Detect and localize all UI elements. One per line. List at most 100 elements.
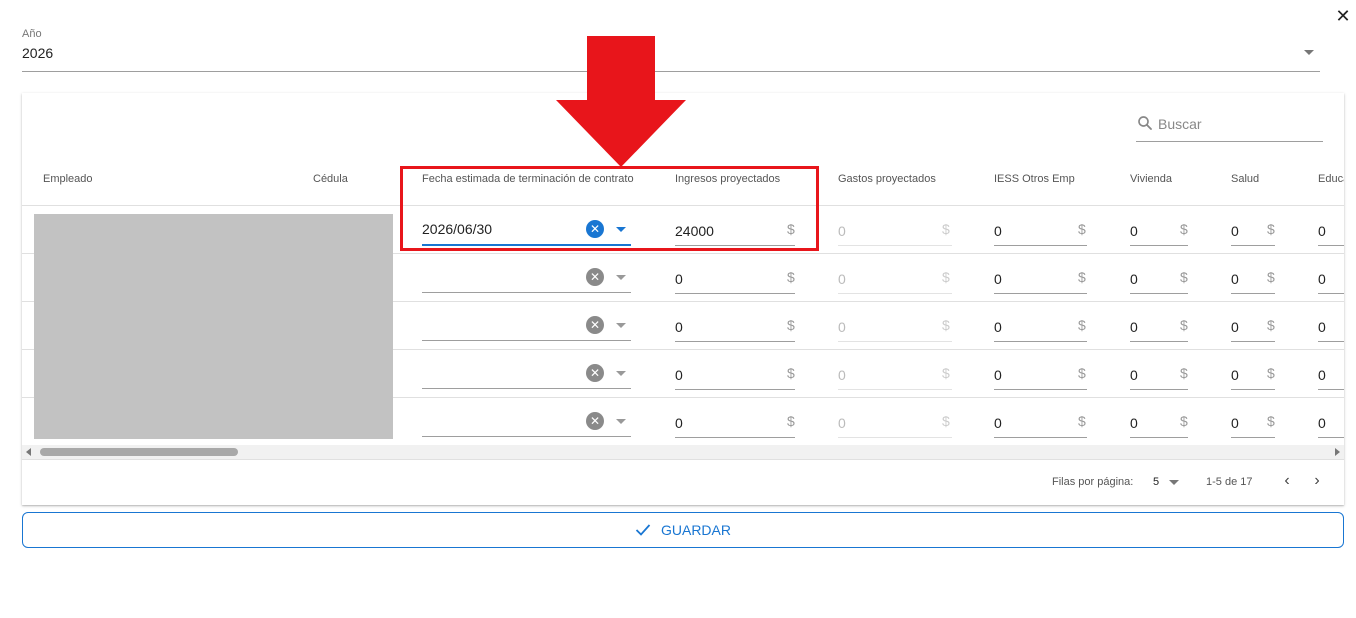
- next-page-button[interactable]: ›: [1306, 471, 1328, 493]
- ingresos-underline: [675, 293, 795, 294]
- currency-symbol: $: [787, 317, 795, 333]
- close-icon[interactable]: ✕: [1333, 6, 1353, 26]
- educacion-underline: [1318, 389, 1344, 390]
- chevron-down-icon[interactable]: [1169, 480, 1179, 485]
- clear-date-icon[interactable]: ✕: [586, 316, 604, 334]
- annotation-arrow-icon: [556, 36, 686, 167]
- ingresos-underline: [675, 341, 795, 342]
- iess-input[interactable]: 0: [994, 415, 1002, 431]
- vivienda-underline: [1130, 389, 1188, 390]
- currency-symbol: $: [787, 413, 795, 429]
- educacion-input[interactable]: 0: [1318, 415, 1326, 431]
- ingresos-input[interactable]: 0: [675, 271, 683, 287]
- save-button[interactable]: GUARDAR: [22, 512, 1344, 548]
- gastos-input: 0: [838, 367, 846, 383]
- gastos-input: 0: [838, 415, 846, 431]
- salud-input[interactable]: 0: [1231, 271, 1239, 287]
- gastos-underline: [838, 437, 952, 438]
- educacion-underline: [1318, 437, 1344, 438]
- column-header-cedula[interactable]: Cédula: [313, 173, 348, 185]
- date-dropdown-icon[interactable]: [616, 371, 626, 376]
- chevron-down-icon: [1304, 50, 1314, 55]
- gastos-underline: [838, 293, 952, 294]
- currency-symbol: $: [942, 317, 950, 333]
- salud-input[interactable]: 0: [1231, 367, 1239, 383]
- iess-input[interactable]: 0: [994, 271, 1002, 287]
- clear-date-icon[interactable]: ✕: [586, 412, 604, 430]
- salud-underline: [1231, 341, 1275, 342]
- clear-date-icon[interactable]: ✕: [586, 268, 604, 286]
- scroll-left-icon[interactable]: [26, 448, 31, 456]
- currency-symbol: $: [1078, 365, 1086, 381]
- salud-underline: [1231, 437, 1275, 438]
- iess-underline: [994, 437, 1087, 438]
- vivienda-underline: [1130, 341, 1188, 342]
- vivienda-input[interactable]: 0: [1130, 415, 1138, 431]
- currency-symbol: $: [787, 365, 795, 381]
- footer-divider: [22, 459, 1344, 460]
- column-header-salud[interactable]: Salud: [1231, 173, 1259, 185]
- salud-underline: [1231, 389, 1275, 390]
- scroll-right-icon[interactable]: [1335, 448, 1340, 456]
- vivienda-input[interactable]: 0: [1130, 271, 1138, 287]
- currency-symbol: $: [1180, 317, 1188, 333]
- ingresos-input[interactable]: 0: [675, 415, 683, 431]
- date-dropdown-icon[interactable]: [616, 275, 626, 280]
- column-header-vivienda[interactable]: Vivienda: [1130, 173, 1172, 185]
- currency-symbol: $: [1180, 269, 1188, 285]
- ingresos-underline: [675, 389, 795, 390]
- vivienda-underline: [1130, 245, 1188, 246]
- iess-input[interactable]: 0: [994, 223, 1002, 239]
- educacion-underline: [1318, 293, 1344, 294]
- date-input-underline: [422, 388, 631, 389]
- ingresos-underline: [675, 437, 795, 438]
- iess-input[interactable]: 0: [994, 319, 1002, 335]
- date-input-underline: [422, 292, 631, 293]
- educacion-input[interactable]: 0: [1318, 319, 1326, 335]
- salud-input[interactable]: 0: [1231, 415, 1239, 431]
- educacion-input[interactable]: 0: [1318, 367, 1326, 383]
- date-input-underline: [422, 436, 631, 437]
- educacion-input[interactable]: 0: [1318, 223, 1326, 239]
- ingresos-input[interactable]: 0: [675, 319, 683, 335]
- salud-input[interactable]: 0: [1231, 223, 1239, 239]
- search-input[interactable]: [1158, 114, 1318, 134]
- date-dropdown-icon[interactable]: [616, 323, 626, 328]
- gastos-input: 0: [838, 223, 846, 239]
- gastos-underline: [838, 389, 952, 390]
- currency-symbol: $: [942, 221, 950, 237]
- vivienda-input[interactable]: 0: [1130, 319, 1138, 335]
- currency-symbol: $: [1180, 221, 1188, 237]
- currency-symbol: $: [1267, 317, 1275, 333]
- save-button-label: GUARDAR: [660, 522, 731, 538]
- previous-page-button[interactable]: ‹: [1276, 471, 1298, 493]
- date-input-underline: [422, 340, 631, 341]
- iess-input[interactable]: 0: [994, 367, 1002, 383]
- vivienda-input[interactable]: 0: [1130, 367, 1138, 383]
- educacion-underline: [1318, 341, 1344, 342]
- column-header-educacion[interactable]: Educa: [1318, 173, 1344, 185]
- salud-input[interactable]: 0: [1231, 319, 1239, 335]
- date-dropdown-icon[interactable]: [616, 419, 626, 424]
- horizontal-scrollbar[interactable]: [22, 445, 1344, 459]
- vivienda-underline: [1130, 437, 1188, 438]
- column-header-empleado[interactable]: Empleado: [43, 173, 93, 185]
- currency-symbol: $: [1078, 221, 1086, 237]
- column-header-gastos[interactable]: Gastos proyectados: [838, 173, 936, 185]
- iess-underline: [994, 389, 1087, 390]
- pagination-range: 1-5 de 17: [1206, 476, 1253, 488]
- ingresos-input[interactable]: 0: [675, 367, 683, 383]
- currency-symbol: $: [1078, 269, 1086, 285]
- rows-per-page-select[interactable]: 5: [1153, 476, 1159, 488]
- column-header-iess[interactable]: IESS Otros Emp: [994, 173, 1075, 185]
- educacion-input[interactable]: 0: [1318, 271, 1326, 287]
- gastos-underline: [838, 341, 952, 342]
- vivienda-input[interactable]: 0: [1130, 223, 1138, 239]
- search-field[interactable]: [1136, 111, 1323, 142]
- currency-symbol: $: [787, 269, 795, 285]
- gastos-input: 0: [838, 319, 846, 335]
- scrollbar-thumb[interactable]: [40, 448, 238, 456]
- rows-per-page-label: Filas por página:: [1052, 476, 1134, 488]
- clear-date-icon[interactable]: ✕: [586, 364, 604, 382]
- iess-underline: [994, 245, 1087, 246]
